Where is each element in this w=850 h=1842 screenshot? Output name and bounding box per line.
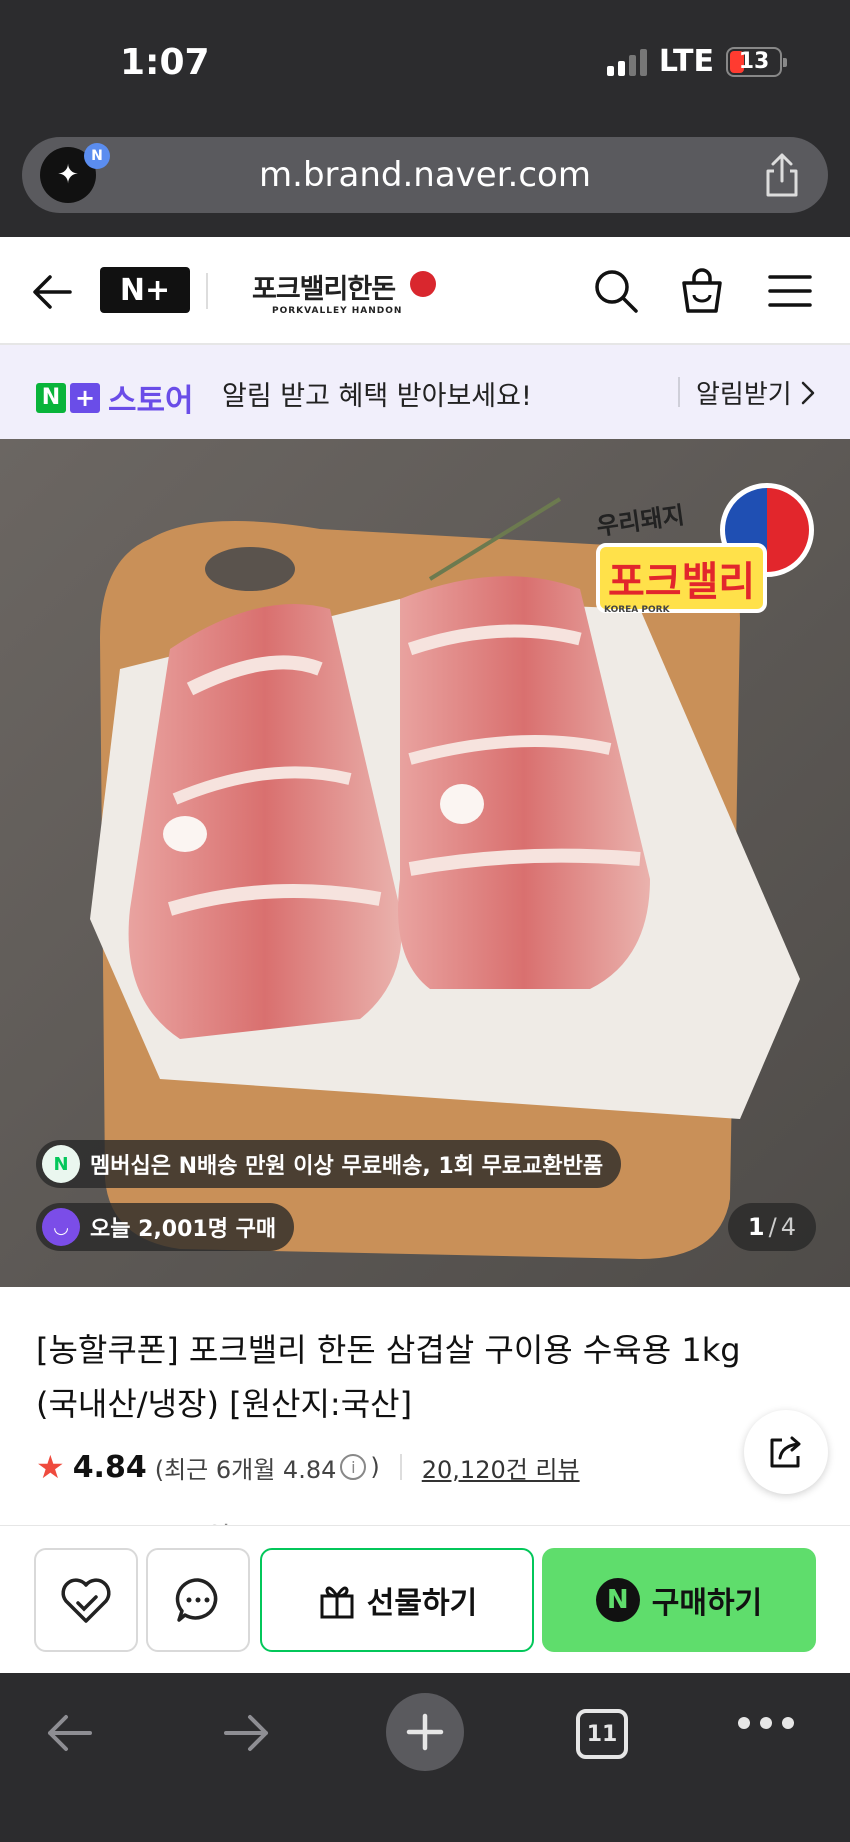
recent-rating: (최근 6개월 4.84 i ) bbox=[155, 1450, 380, 1485]
store-header: N+ 포크밸리한돈 PORKVALLEY HANDON bbox=[0, 237, 850, 345]
info-icon[interactable]: i bbox=[340, 1454, 367, 1480]
brand-mark-icon bbox=[410, 271, 436, 297]
recent-rating-close: ) bbox=[370, 1453, 380, 1481]
rating-row: ★ 4.84 (최근 6개월 4.84 i ) 20,120건 리뷰 bbox=[36, 1448, 580, 1486]
heart-icon bbox=[61, 1578, 111, 1623]
share-icon bbox=[770, 1436, 801, 1468]
share-icon[interactable] bbox=[760, 151, 804, 199]
image-index: 1 bbox=[747, 1213, 765, 1241]
status-time: 1:07 bbox=[120, 42, 210, 83]
status-indicators: LTE 13 bbox=[606, 44, 787, 79]
tab-count: 11 bbox=[586, 1721, 618, 1747]
signal-icon bbox=[606, 48, 647, 76]
bag-badge-icon: ◡ bbox=[42, 1208, 80, 1246]
buy-button-label: 구매하기 bbox=[651, 1586, 763, 1621]
browser-toolbar: 11 bbox=[0, 1673, 850, 1842]
recent-rating-label: (최근 6개월 4.84 bbox=[154, 1455, 337, 1484]
more-icon[interactable] bbox=[738, 1717, 794, 1729]
purchase-count-text: 오늘 2,001명 구매 bbox=[90, 1217, 277, 1242]
header-divider bbox=[206, 273, 208, 309]
n-mark: N bbox=[36, 382, 66, 413]
purchase-count-pill: ◡ 오늘 2,001명 구매 bbox=[36, 1203, 295, 1251]
membership-icon: N bbox=[42, 1145, 80, 1183]
image-total: 4 bbox=[780, 1213, 796, 1241]
star-icon: ★ bbox=[36, 1448, 65, 1486]
nplus-logo-text: N+ bbox=[119, 272, 171, 308]
wishlist-button[interactable] bbox=[34, 1548, 138, 1652]
back-icon[interactable] bbox=[42, 1705, 96, 1761]
browser-top-chrome: 1:07 LTE 13 ✦ N m.brand.naver.com bbox=[0, 0, 850, 237]
chevron-right-icon bbox=[801, 381, 814, 404]
alarm-button-label: 알림받기 bbox=[696, 380, 792, 410]
alarm-subscribe-button[interactable]: 알림받기 bbox=[696, 374, 816, 411]
battery-level: 13 bbox=[738, 49, 770, 74]
brand-sticker: 우리돼지 포크밸리 KOREA PORK bbox=[588, 483, 814, 653]
plus-mark: + bbox=[70, 382, 100, 413]
address-bar[interactable]: ✦ N m.brand.naver.com bbox=[22, 137, 828, 213]
rating-separator bbox=[399, 1454, 402, 1480]
network-type: LTE bbox=[658, 44, 714, 79]
gift-button-label: 선물하기 bbox=[366, 1586, 478, 1621]
membership-text: 멤버십은 N배송 만원 이상 무료배송, 1회 무료교환반품 bbox=[90, 1154, 604, 1179]
sticker-main-text: 포크밸리 bbox=[596, 543, 768, 613]
alarm-message: 알림 받고 혜택 받아보세요! bbox=[222, 381, 532, 412]
image-counter: 1 / 4 bbox=[727, 1203, 816, 1251]
review-count-link[interactable]: 20,120건 리뷰 bbox=[422, 1450, 580, 1485]
tabs-icon[interactable]: 11 bbox=[576, 1709, 628, 1759]
battery-icon: 13 bbox=[726, 46, 787, 77]
gift-button[interactable]: 선물하기 bbox=[260, 1548, 534, 1652]
menu-icon[interactable] bbox=[764, 265, 816, 317]
url-text[interactable]: m.brand.naver.com bbox=[22, 155, 828, 195]
share-button[interactable] bbox=[744, 1410, 828, 1494]
chat-button[interactable] bbox=[146, 1548, 250, 1652]
purchase-action-bar: 선물하기 N 구매하기 bbox=[0, 1525, 850, 1673]
forward-icon[interactable] bbox=[220, 1705, 274, 1761]
shopping-bag-icon[interactable] bbox=[676, 265, 728, 317]
nplus-store-logo: N + 스토어 bbox=[36, 375, 194, 420]
alarm-separator bbox=[678, 377, 680, 407]
gift-icon bbox=[320, 1586, 354, 1619]
sticker-top-text: 우리돼지 bbox=[594, 500, 687, 541]
buy-button[interactable]: N 구매하기 bbox=[542, 1548, 816, 1652]
rating-value: 4.84 bbox=[72, 1449, 147, 1485]
brand-sub: PORKVALLEY HANDON bbox=[272, 306, 403, 316]
chat-icon bbox=[175, 1578, 218, 1622]
naver-pay-icon: N bbox=[595, 1578, 640, 1622]
sticker-sub-text: KOREA PORK bbox=[604, 605, 670, 615]
back-arrow-icon[interactable] bbox=[28, 267, 78, 317]
new-tab-icon[interactable] bbox=[386, 1693, 464, 1771]
product-title: [농할쿠폰] 포크밸리 한돈 삼겹살 구이용 수육용 1kg (국내산/냉장) … bbox=[36, 1331, 741, 1423]
alarm-banner: N + 스토어 알림 받고 혜택 받아보세요! 알림받기 bbox=[0, 345, 850, 439]
search-icon[interactable] bbox=[590, 265, 642, 317]
membership-pill: N 멤버십은 N배송 만원 이상 무료배송, 1회 무료교환반품 bbox=[36, 1140, 622, 1188]
nplus-logo[interactable]: N+ bbox=[100, 267, 190, 313]
brand-logo[interactable]: 포크밸리한돈 PORKVALLEY HANDON bbox=[252, 267, 442, 317]
store-label: 스토어 bbox=[108, 383, 194, 419]
